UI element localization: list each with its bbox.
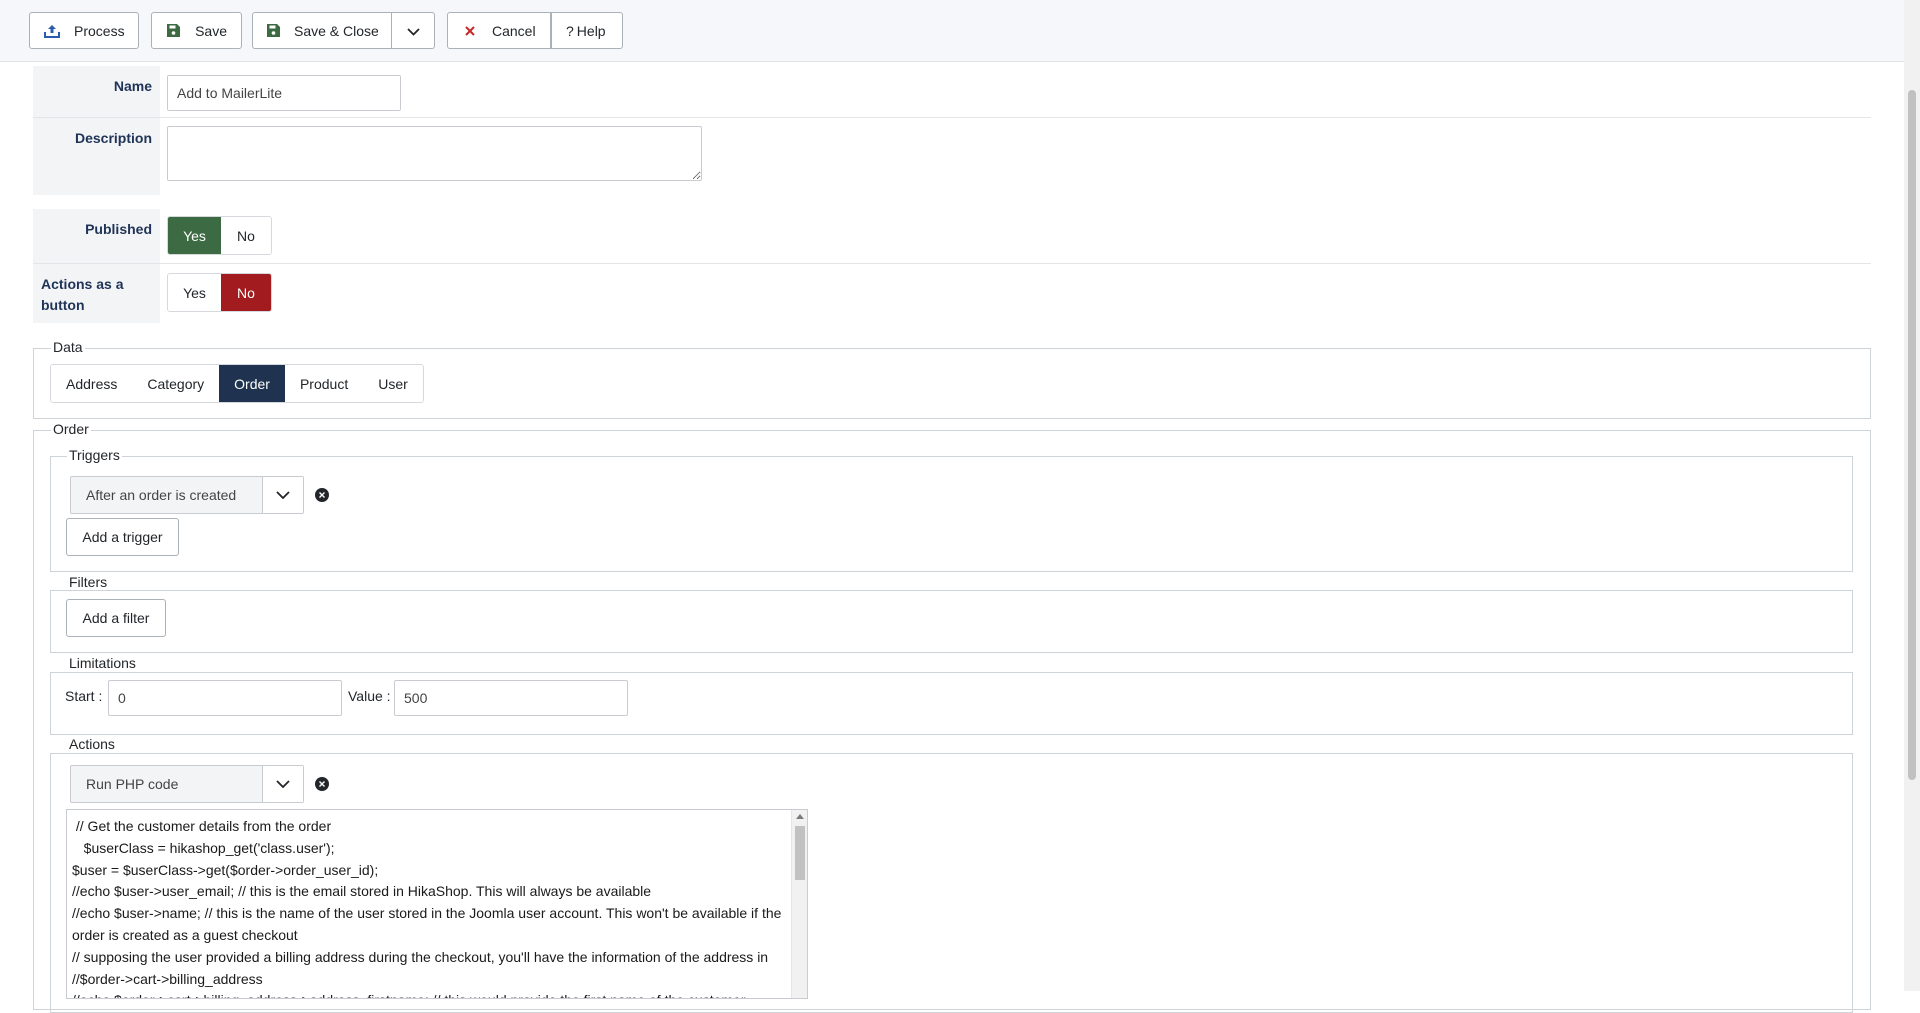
close-x-icon [462,25,478,36]
chevron-down-icon [262,766,303,802]
chevron-down-icon [262,477,303,513]
php-code-content: // Get the customer details from the ord… [72,816,792,998]
actions-legend: Actions [67,736,117,752]
code-line: $user = $userClass->get($order->order_us… [72,861,379,878]
trigger-select[interactable]: After an order is created [70,476,304,514]
action-select-value: Run PHP code [86,776,179,792]
filters-fieldset [50,590,1853,653]
published-label: Published [33,209,160,263]
question-mark: ? [566,22,574,39]
cancel-button[interactable]: Cancel [447,12,551,49]
tab-product[interactable]: Product [284,365,364,402]
code-line: $userClass = hikashop_get('class.user'); [72,839,335,856]
upload-icon [44,24,60,38]
actions-as-button-yes-option[interactable]: Yes [168,274,221,311]
actions-as-button-label: Actions as a button [33,264,160,323]
description-label: Description [33,118,160,195]
code-scrollbar[interactable] [791,810,807,998]
cancel-label: Cancel [492,22,536,39]
order-legend: Order [51,421,91,437]
description-textarea[interactable] [167,126,702,181]
scroll-up-arrow-icon[interactable] [796,814,804,819]
start-label: Start : [65,688,103,704]
remove-trigger-icon[interactable] [315,488,329,502]
save-label: Save [195,22,227,39]
toolbar: Process Save Save & Close Cancel ? Help [0,0,1904,62]
save-close-label: Save & Close [294,22,379,39]
actions-as-button-toggle: Yes No [167,273,272,312]
data-tabs: Address Category Order Product User [50,364,424,403]
trigger-select-value: After an order is created [86,487,237,503]
code-line: //echo $user->user_email; // this is the… [72,883,652,900]
process-label: Process [74,22,125,39]
data-legend: Data [51,339,85,355]
action-select[interactable]: Run PHP code [70,765,304,803]
code-line: // supposing the user provided a billing… [72,948,772,987]
process-button[interactable]: Process [29,12,139,49]
name-label: Name [33,66,160,117]
start-input[interactable]: 0 [108,680,342,716]
code-scrollbar-thumb[interactable] [795,826,805,880]
published-yes-option[interactable]: Yes [168,217,221,254]
published-no-option[interactable]: No [221,217,271,254]
save-close-button[interactable]: Save & Close [252,12,392,49]
code-line: //echo $user->name; // this is the name … [72,905,786,943]
page-scrollbar-thumb[interactable] [1908,90,1916,780]
name-row: Name Add to MailerLite [33,66,1871,118]
value-input[interactable]: 500 [394,680,628,716]
tab-category[interactable]: Category [132,365,220,402]
limitations-legend: Limitations [67,655,138,671]
published-row: Published Yes No [33,209,1871,264]
save-options-dropdown[interactable] [392,12,435,49]
triggers-legend: Triggers [67,447,122,463]
published-toggle: Yes No [167,216,272,255]
tab-address[interactable]: Address [51,365,133,402]
help-button[interactable]: ? Help [551,12,623,49]
add-trigger-button[interactable]: Add a trigger [66,518,179,556]
triggers-fieldset [50,456,1853,572]
chevron-down-icon [406,23,420,39]
description-row: Description [33,118,1871,195]
add-filter-button[interactable]: Add a filter [66,599,166,637]
save-button[interactable]: Save [151,12,242,49]
actions-as-button-no-option[interactable]: No [221,274,271,311]
value-label: Value : [348,688,391,704]
filters-legend: Filters [67,574,110,590]
help-label: Help [576,22,606,39]
code-line: //echo $order->cart->billing_address->ad… [72,990,792,998]
floppy-disk-icon [166,24,181,37]
remove-action-icon[interactable] [315,777,329,791]
actions-as-button-row: Actions as a button Yes No [33,264,1871,323]
code-line: // Get the customer details from the ord… [72,818,332,834]
tab-user[interactable]: User [363,365,423,402]
floppy-disk-icon [267,24,280,37]
name-input[interactable]: Add to MailerLite [167,75,401,111]
tab-order[interactable]: Order [219,365,285,402]
page-scrollbar[interactable] [1904,0,1920,991]
php-code-editor[interactable]: // Get the customer details from the ord… [66,809,808,999]
